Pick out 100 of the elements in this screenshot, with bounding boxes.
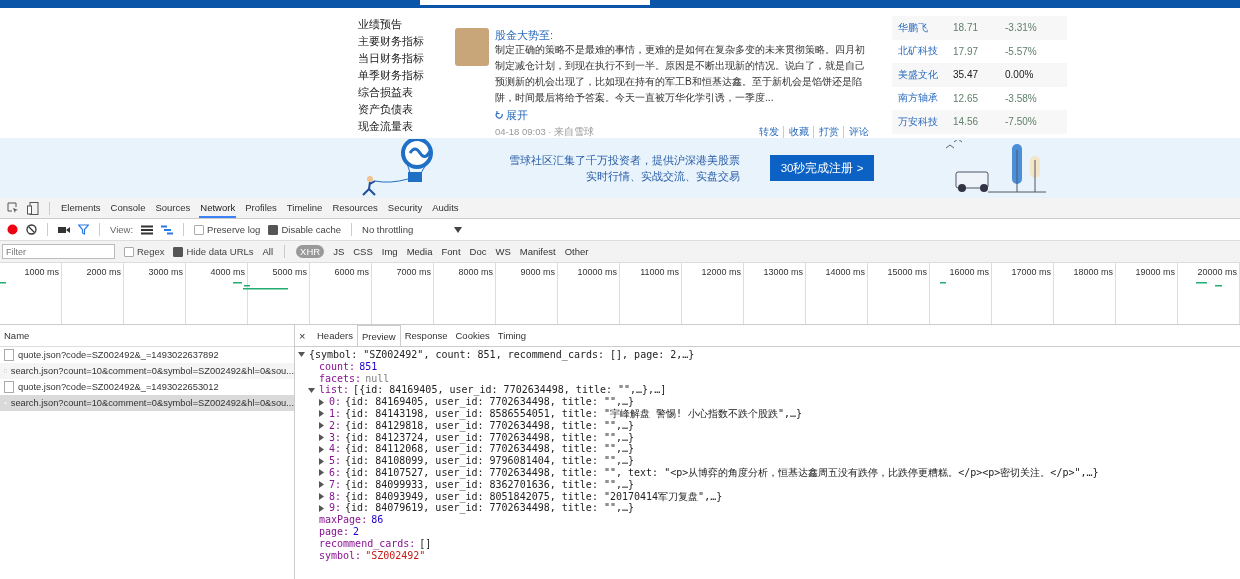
expand-icon — [495, 110, 504, 120]
video-camera-icon[interactable] — [58, 225, 70, 234]
banner-text: 实时行情、实战交流、实盘交易 — [586, 169, 740, 184]
tree-node-summary: {id: 84099933, user_id: 8362701636, title: "",…} — [345, 478, 635, 491]
property-value: null — [365, 372, 390, 385]
finance-menu-link[interactable]: 单季财务指标 — [358, 67, 450, 84]
property-value: 86 — [371, 514, 384, 526]
detail-tab[interactable]: Preview — [356, 325, 401, 346]
property-key: 1: — [329, 408, 342, 420]
resource-type-filter[interactable]: Doc — [469, 246, 487, 257]
request-row[interactable]: quote.json?code=SZ002492&_=1493022653012 — [0, 379, 294, 395]
post-action-link[interactable]: 转发 — [759, 126, 779, 138]
stock-name[interactable]: 万安科技 — [898, 114, 953, 129]
property-key: 0: — [329, 396, 342, 408]
throttling-dropdown[interactable]: No throttling — [362, 224, 463, 235]
timeline-tick-label: 17000 ms — [1011, 267, 1051, 277]
devtools-tab[interactable]: Sources — [154, 198, 192, 218]
property-key: 4: — [329, 443, 342, 456]
stock-name[interactable]: 南方轴承 — [898, 91, 953, 106]
stock-name[interactable]: 华鹏飞 — [898, 20, 953, 35]
name-column-header[interactable]: Name — [0, 325, 294, 347]
expand-link[interactable]: 展开 — [495, 107, 528, 123]
resource-type-filter[interactable]: All — [262, 246, 274, 257]
stock-name[interactable]: 美盛文化 — [898, 67, 953, 82]
inspect-icon[interactable] — [7, 202, 19, 214]
expand-triangle-icon[interactable] — [318, 433, 325, 441]
resource-type-filter[interactable]: WS — [495, 246, 511, 257]
expand-triangle-icon[interactable] — [318, 492, 325, 500]
devtools-tab[interactable]: Network — [199, 198, 237, 218]
expand-triangle-icon[interactable] — [308, 386, 315, 394]
devtools-tab[interactable]: Audits — [431, 198, 460, 218]
timeline-tick-label: 13000 ms — [763, 267, 803, 277]
finance-menu-link[interactable]: 综合损益表 — [358, 84, 450, 101]
stock-row[interactable]: 华鹏飞 18.71 -3.31% — [892, 16, 1067, 40]
preserve-log-checkbox[interactable]: Preserve log — [194, 224, 261, 235]
expand-triangle-icon[interactable] — [318, 481, 325, 489]
waterfall-view-icon[interactable] — [161, 224, 174, 235]
resource-type-filter[interactable]: Other — [564, 246, 589, 257]
stock-row[interactable]: 美盛文化 35.47 0.00% — [892, 63, 1067, 87]
stock-row[interactable]: 南方轴承 12.65 -3.58% — [892, 86, 1067, 110]
hide-data-urls-checkbox[interactable]: Hide data URLs — [173, 246, 254, 257]
detail-tab[interactable]: Timing — [493, 325, 530, 346]
clear-icon[interactable] — [26, 224, 37, 235]
resource-type-filter[interactable]: Img — [381, 246, 398, 257]
detail-tab[interactable]: Cookies — [451, 325, 494, 346]
request-row[interactable]: search.json?count=10&comment=0&symbol=SZ002492&hl=0&sou... — [0, 363, 294, 379]
tree-node-summary: {id: 84108099, user_id: 9796081404, title: "",…} — [345, 455, 635, 467]
filter-icon[interactable] — [78, 224, 89, 235]
devtools-tab[interactable]: Profiles — [244, 198, 278, 218]
finance-menu-link[interactable]: 主要财务指标 — [358, 33, 450, 50]
property-key: 5: — [329, 455, 342, 467]
property-value: [] — [419, 537, 432, 550]
stock-row[interactable]: 万安科技 14.56 -7.50% — [892, 110, 1067, 134]
expand-triangle-icon[interactable] — [318, 457, 325, 465]
list-view-icon[interactable] — [141, 224, 154, 235]
finance-menu-link[interactable]: 业绩预告 — [358, 16, 450, 33]
finance-menu-link[interactable]: 当日财务指标 — [358, 50, 450, 67]
post-meta: 04-18 09:03 · 来自雪球 — [495, 126, 595, 138]
expand-triangle-icon[interactable] — [298, 351, 305, 359]
expand-triangle-icon[interactable] — [318, 398, 325, 406]
property-key: recommend_cards: — [319, 537, 416, 550]
site-search-field[interactable] — [420, 0, 650, 5]
regex-checkbox[interactable]: Regex — [124, 246, 165, 257]
stock-name[interactable]: 北矿科技 — [898, 44, 953, 59]
request-row[interactable]: search.json?count=10&comment=0&symbol=SZ002492&hl=0&sou... — [0, 395, 294, 411]
property-value: 851 — [359, 360, 378, 373]
tree-node-summary: {id: 84093949, user_id: 8051842075, title: "20170414军刀复盘",…} — [345, 490, 723, 503]
resource-type-filter[interactable]: Font — [441, 246, 461, 257]
author-link[interactable]: 股金大势至: — [495, 28, 869, 42]
signup-button[interactable]: 30秒完成注册 > — [770, 155, 874, 181]
devtools-tab[interactable]: Elements — [60, 198, 102, 218]
detail-tab[interactable]: Headers — [313, 325, 357, 346]
timeline-tick-label: 6000 ms — [334, 267, 369, 277]
resource-type-filter[interactable]: JS — [333, 246, 345, 257]
device-icon[interactable] — [27, 201, 39, 215]
timeline-overview[interactable]: 1000 ms 2000 ms 3000 ms 4000 ms 5000 ms 6000 ms 7000 ms 8000 ms 9000 ms 10000 ms 11000 ms 12000 ms 13000 ms 14000 ms 15000 ms 16000 ms 17000 ms 18000 ms 19000 ms 20000 ms — [0, 263, 1240, 325]
expand-triangle-icon[interactable] — [318, 469, 325, 477]
expand-triangle-icon[interactable] — [318, 410, 325, 418]
finance-menu-link[interactable]: 资产负债表 — [358, 101, 450, 118]
finance-menu-link[interactable]: 现金流量表 — [358, 118, 450, 135]
expand-triangle-icon[interactable] — [318, 504, 325, 512]
expand-triangle-icon[interactable] — [318, 445, 325, 453]
property-key: maxPage: — [319, 514, 368, 526]
close-button[interactable]: × — [299, 325, 313, 346]
devtools-tab[interactable]: Security — [386, 198, 424, 218]
request-row[interactable]: quote.json?code=SZ002492&_=1493022637892 — [0, 347, 294, 363]
property-key: 9: — [329, 502, 342, 515]
resource-type-filter[interactable]: CSS — [353, 246, 373, 257]
expand-triangle-icon[interactable] — [318, 422, 325, 430]
devtools-tab[interactable]: Timeline — [285, 198, 324, 218]
resource-type-filter[interactable]: Manifest — [519, 246, 556, 257]
property-key: count: — [319, 360, 356, 373]
stock-row[interactable]: 北矿科技 17.97 -5.57% — [892, 39, 1067, 63]
devtools-tab[interactable]: Resources — [331, 198, 379, 218]
disable-cache-checkbox[interactable]: Disable cache — [268, 224, 342, 235]
record-icon[interactable] — [7, 224, 18, 235]
resource-type-filter[interactable]: Media — [406, 246, 433, 257]
detail-tab[interactable]: Response — [400, 325, 452, 346]
filter-field[interactable]: Filter — [2, 244, 115, 259]
devtools-tab[interactable]: Console — [109, 198, 147, 218]
